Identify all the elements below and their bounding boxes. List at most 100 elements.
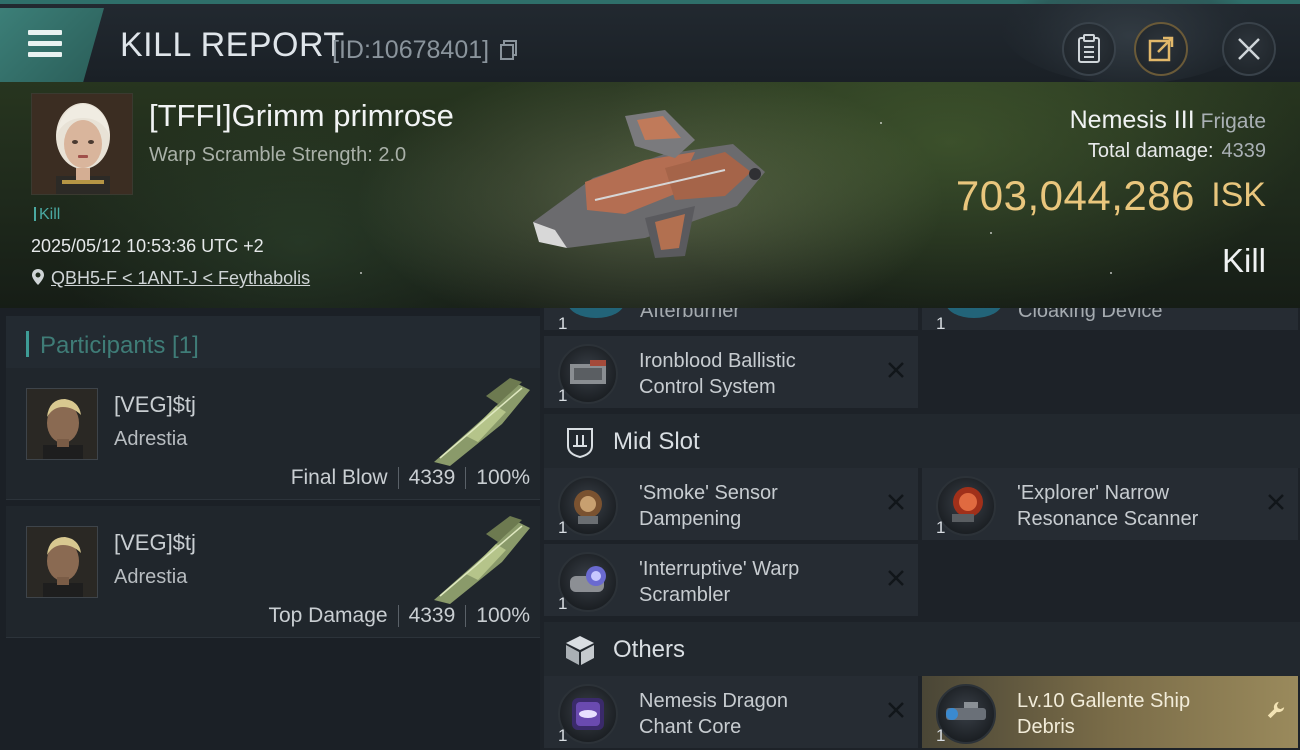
participant-role: Top Damage bbox=[268, 604, 388, 627]
ship-name[interactable]: Nemesis III Frigate bbox=[1070, 106, 1266, 135]
total-damage-value: 4339 bbox=[1221, 140, 1267, 162]
participant-damage: 4339 bbox=[408, 466, 456, 489]
victim-name[interactable]: [TFFI]Grimm primrose bbox=[149, 98, 454, 134]
modules-panel: 1 Afterburner 1 Cloaking Device 1 Ironbl… bbox=[540, 308, 1300, 750]
module-name: Afterburner bbox=[640, 308, 741, 322]
divider bbox=[465, 605, 467, 627]
participant-row[interactable]: [VEG]$tj Adrestia Top Damage 4339 100% bbox=[6, 506, 540, 638]
participants-panel: Participants [1] [VEG]$tj Adrestia Final… bbox=[0, 308, 540, 750]
participant-avatar[interactable] bbox=[26, 526, 98, 598]
mid-slot-icon bbox=[567, 428, 593, 458]
module-item[interactable]: 1 Lv.10 Gallente Ship Debris bbox=[922, 676, 1298, 748]
section-label: Others bbox=[613, 636, 686, 663]
warp-scramble-strength: Warp Scramble Strength: 2.0 bbox=[149, 144, 407, 166]
top-bar: KILL REPORT [ID:10678401] bbox=[0, 0, 1300, 84]
kill-result: Kill bbox=[1221, 242, 1266, 279]
module-name-line: Debris bbox=[1017, 716, 1075, 738]
module-name-line: Control System bbox=[639, 376, 776, 398]
clipboard-button[interactable] bbox=[1062, 22, 1116, 76]
portrait-image bbox=[27, 527, 97, 597]
divider bbox=[397, 467, 399, 489]
header-accent bbox=[26, 331, 29, 357]
module-quantity: 1 bbox=[558, 518, 568, 537]
module-name-line: Resonance Scanner bbox=[1017, 508, 1199, 530]
wrench-icon[interactable] bbox=[1266, 700, 1286, 720]
kill-tag: Kill bbox=[34, 206, 60, 224]
module-quantity: 1 bbox=[558, 594, 568, 613]
menu-icon-bar bbox=[28, 52, 62, 57]
participant-name: [VEG]$tj bbox=[114, 392, 196, 417]
participant-percent: 100% bbox=[476, 604, 530, 627]
module-icon bbox=[568, 308, 624, 318]
location-pin-icon bbox=[32, 269, 44, 285]
participant-row[interactable]: [VEG]$tj Adrestia Final Blow 4339 100% bbox=[6, 368, 540, 500]
warp-scrambler-icon bbox=[570, 566, 606, 592]
module-item[interactable]: 1 'Smoke' Sensor Dampening bbox=[544, 468, 918, 540]
module-name: Lv.10 Gallente Ship Debris bbox=[1017, 688, 1247, 740]
menu-button[interactable] bbox=[0, 8, 104, 82]
menu-icon-bar bbox=[28, 41, 62, 46]
module-name-line: 'Interruptive' Warp bbox=[639, 558, 800, 580]
ship-image bbox=[533, 110, 765, 258]
isk-unit: ISK bbox=[1211, 176, 1266, 214]
star bbox=[360, 272, 362, 274]
module-name: 'Smoke' Sensor Dampening bbox=[639, 480, 869, 532]
module-item[interactable]: 1 Afterburner bbox=[544, 308, 918, 330]
module-name: Cloaking Device bbox=[1018, 308, 1163, 322]
module-name: Nemesis Dragon Chant Core bbox=[639, 688, 869, 740]
module-name: 'Explorer' Narrow Resonance Scanner bbox=[1017, 480, 1247, 532]
mid-slot-header: Mid Slot bbox=[544, 414, 1300, 468]
module-item[interactable]: 1 Nemesis Dragon Chant Core bbox=[544, 676, 918, 748]
participants-title: Participants [1] bbox=[40, 332, 199, 359]
module-item[interactable]: 1 Ironblood Ballistic Control System bbox=[544, 336, 918, 408]
scanner-icon bbox=[952, 487, 983, 522]
close-icon bbox=[1238, 38, 1260, 60]
share-icon bbox=[1148, 36, 1174, 62]
background-decoration bbox=[1000, 0, 1260, 84]
total-damage: Total damage: 4339 bbox=[1088, 140, 1266, 163]
menu-icon bbox=[28, 30, 62, 35]
copy-icon[interactable] bbox=[500, 40, 518, 60]
share-button[interactable] bbox=[1134, 22, 1188, 76]
location-link[interactable]: QBH5-F < 1ANT-J < Feythabolis bbox=[51, 268, 310, 288]
module-quantity: 1 bbox=[936, 518, 946, 537]
weapon-icon bbox=[434, 378, 530, 466]
participant-percent: 100% bbox=[476, 466, 530, 489]
portrait-image bbox=[27, 389, 97, 459]
module-item[interactable]: 1 Cloaking Device bbox=[922, 308, 1298, 330]
module-name-line: Dampening bbox=[639, 508, 742, 530]
module-quantity: 1 bbox=[558, 726, 568, 745]
participant-name: [VEG]$tj bbox=[114, 530, 196, 555]
participant-avatar[interactable] bbox=[26, 388, 98, 460]
star bbox=[1110, 272, 1112, 274]
participants-header: Participants [1] bbox=[6, 316, 540, 370]
close-icon[interactable] bbox=[886, 492, 906, 512]
module-name-line: Nemesis Dragon bbox=[639, 690, 788, 712]
participant-damage: 4339 bbox=[408, 604, 456, 627]
ship-type: Nemesis III bbox=[1069, 106, 1195, 134]
participant-stats: Top Damage 4339 100% bbox=[268, 604, 530, 628]
others-header: Others bbox=[544, 622, 1300, 676]
section-label: Mid Slot bbox=[613, 428, 700, 455]
kill-id: [ID:10678401] bbox=[332, 36, 490, 64]
total-damage-label: Total damage: bbox=[1087, 140, 1214, 162]
clipboard-icon bbox=[1078, 34, 1100, 63]
participant-stats: Final Blow 4339 100% bbox=[291, 466, 530, 490]
module-name-line: 'Explorer' Narrow bbox=[1017, 482, 1170, 504]
close-button[interactable] bbox=[1222, 22, 1276, 76]
close-icon[interactable] bbox=[1266, 492, 1286, 512]
portrait-image bbox=[32, 94, 132, 194]
module-item[interactable]: 1 'Interruptive' Warp Scrambler bbox=[544, 544, 918, 616]
kill-location[interactable]: QBH5-F < 1ANT-J < Feythabolis bbox=[31, 268, 310, 289]
close-icon[interactable] bbox=[886, 568, 906, 588]
module-name-line: Ironblood Ballistic bbox=[639, 350, 796, 372]
close-icon[interactable] bbox=[886, 700, 906, 720]
module-item[interactable]: 1 'Explorer' Narrow Resonance Scanner bbox=[922, 468, 1298, 540]
isk-value: 703,044,286 bbox=[955, 172, 1195, 219]
module-quantity: 1 bbox=[936, 314, 946, 330]
star bbox=[990, 232, 992, 234]
participant-role: Final Blow bbox=[290, 466, 388, 489]
participant-ship: Adrestia bbox=[114, 428, 188, 450]
victim-avatar[interactable] bbox=[31, 93, 133, 195]
close-icon[interactable] bbox=[886, 360, 906, 380]
